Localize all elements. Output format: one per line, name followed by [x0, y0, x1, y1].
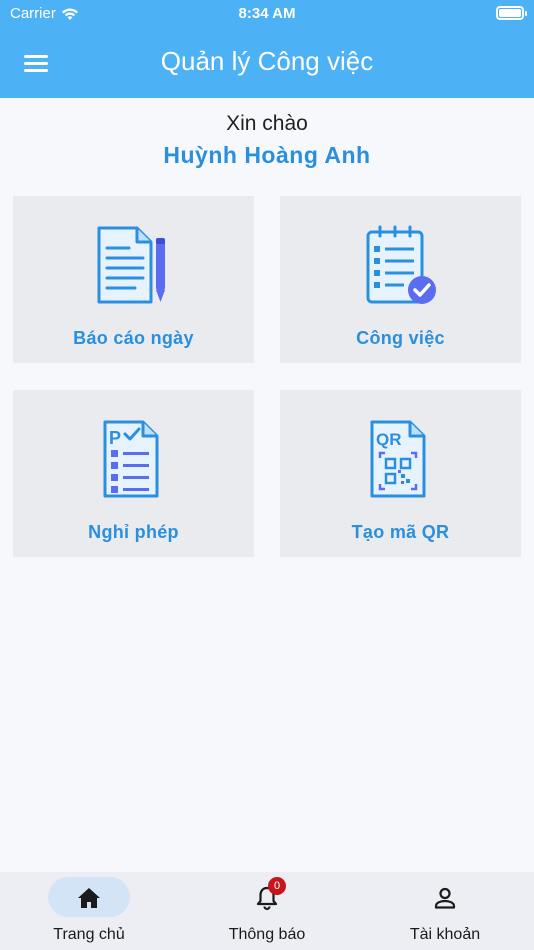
tile-label: Tạo mã QR [351, 522, 450, 542]
status-time: 8:34 AM [238, 5, 296, 22]
bottom-navigation: Trang chủ 0 Thông báo Tài khoản [0, 872, 534, 950]
nav-item-account[interactable]: Tài khoản [356, 872, 534, 950]
app-header: Carrier 8:34 AM Quản lý Công việc [0, 0, 534, 98]
tile-qr-code[interactable]: QR Tạo mã QR [280, 390, 521, 557]
daily-report-icon [97, 226, 165, 304]
page-title: Quản lý Công việc [160, 46, 374, 76]
task-checklist-icon [366, 225, 436, 304]
status-bar: Carrier 8:34 AM [0, 0, 534, 28]
nav-label: Thông báo [228, 926, 306, 943]
nav-label: Trang chủ [53, 926, 125, 943]
notification-badge: 0 [268, 877, 286, 895]
svg-text:QR: QR [376, 430, 402, 449]
home-icon [78, 888, 100, 908]
tile-tasks[interactable]: Công việc [280, 196, 521, 363]
nav-item-notifications[interactable]: 0 Thông báo [178, 872, 356, 950]
svg-text:P: P [109, 428, 121, 448]
tile-leave[interactable]: P Nghỉ phép [13, 390, 254, 557]
tile-daily-report[interactable]: Báo cáo ngày [13, 196, 254, 363]
greeting-text: Xin chào [226, 112, 308, 135]
tile-label: Báo cáo ngày [73, 328, 194, 348]
qr-code-icon: QR [370, 420, 426, 498]
battery-icon [496, 6, 527, 20]
person-icon [434, 887, 456, 909]
nav-label: Tài khoản [409, 926, 481, 943]
tile-label: Nghỉ phép [88, 522, 179, 542]
user-name: Huỳnh Hoàng Anh [163, 142, 371, 168]
tile-label: Công việc [356, 328, 445, 348]
nav-item-home[interactable]: Trang chủ [0, 872, 178, 950]
leave-request-icon: P [103, 420, 159, 498]
